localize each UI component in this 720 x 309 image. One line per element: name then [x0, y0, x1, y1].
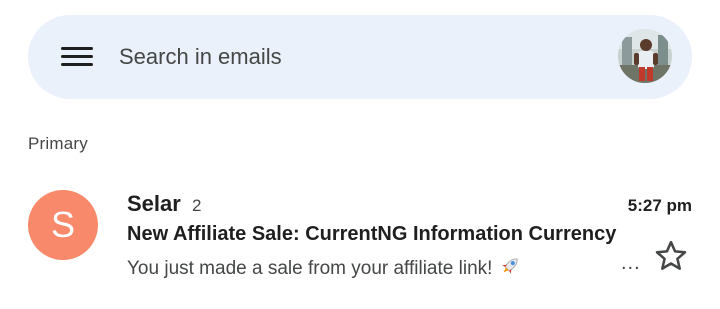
- email-snippet: You just made a sale from your affiliate…: [127, 258, 493, 279]
- email-snippet-line: You just made a sale from your affiliate…: [127, 255, 521, 280]
- sender-avatar[interactable]: S: [28, 190, 98, 260]
- star-icon[interactable]: [653, 238, 689, 274]
- account-avatar-photo: [618, 29, 672, 83]
- gmail-inbox-screen: Primary S Selar 2 5:27 pm New Affiliate …: [0, 0, 720, 309]
- search-input[interactable]: [119, 39, 519, 75]
- section-label-primary: Primary: [28, 134, 88, 153]
- email-list-item[interactable]: S Selar 2 5:27 pm New Affiliate Sale: Cu…: [0, 180, 720, 285]
- snippet-ellipsis: ...: [621, 252, 641, 274]
- search-bar[interactable]: [28, 15, 692, 99]
- account-avatar[interactable]: [618, 29, 672, 83]
- sender-avatar-letter: S: [50, 204, 75, 245]
- hamburger-menu-icon[interactable]: [61, 47, 93, 67]
- sender-name: Selar: [127, 191, 181, 216]
- email-time: 5:27 pm: [627, 196, 692, 215]
- email-subject: New Affiliate Sale: CurrentNG Informatio…: [127, 223, 617, 245]
- rocket-emoji-icon: [501, 258, 518, 274]
- thread-count: 2: [192, 196, 202, 215]
